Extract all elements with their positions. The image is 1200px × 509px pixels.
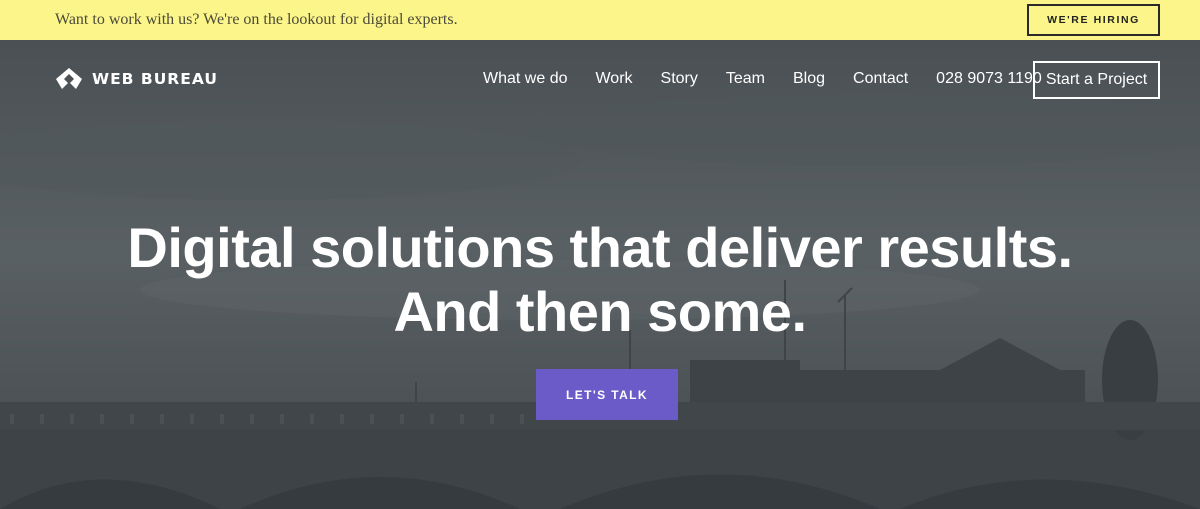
nav-work[interactable]: Work xyxy=(595,70,632,88)
nav-team[interactable]: Team xyxy=(726,70,765,88)
banner-text: Want to work with us? We're on the looko… xyxy=(55,11,458,28)
nav-blog[interactable]: Blog xyxy=(793,70,825,88)
hero-section: WEB BUREAU What we do Work Story Team Bl… xyxy=(0,40,1200,509)
main-nav: What we do Work Story Team Blog Contact … xyxy=(483,70,1042,88)
site-logo[interactable]: WEB BUREAU xyxy=(55,67,218,91)
nav-story[interactable]: Story xyxy=(661,70,698,88)
logo-text: WEB BUREAU xyxy=(92,70,218,88)
hero-headline-line-1: Digital solutions that deliver results. xyxy=(127,216,1073,279)
start-a-project-button[interactable]: Start a Project xyxy=(1033,61,1160,99)
web-bureau-logo-icon xyxy=(56,68,82,89)
lets-talk-button[interactable]: LET'S TALK xyxy=(536,369,678,420)
hero-headline-line-2: And then some. xyxy=(393,280,807,343)
hiring-banner: Want to work with us? We're on the looko… xyxy=(0,0,1200,40)
hero-headline: Digital solutions that deliver results. … xyxy=(0,216,1200,344)
were-hiring-button[interactable]: WE'RE HIRING xyxy=(1027,4,1160,36)
nav-what-we-do[interactable]: What we do xyxy=(483,70,567,88)
phone-number-link[interactable]: 028 9073 1190 xyxy=(936,70,1042,88)
nav-contact[interactable]: Contact xyxy=(853,70,908,88)
